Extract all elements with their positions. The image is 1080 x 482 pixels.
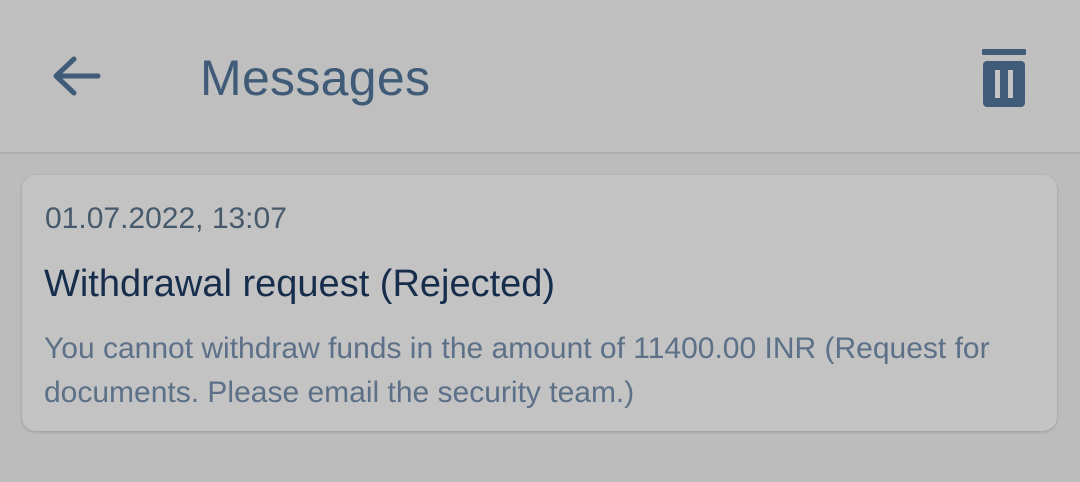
message-title: Withdrawal request (Rejected) xyxy=(44,263,556,305)
message-body: You cannot withdraw funds in the amount … xyxy=(44,332,990,409)
trash-icon xyxy=(982,49,1026,107)
delete-button[interactable] xyxy=(968,40,1040,116)
messages-list: 01.07.2022, 13:07 Withdrawal request (Re… xyxy=(0,154,1080,482)
back-button[interactable] xyxy=(40,40,112,112)
message-card[interactable]: 01.07.2022, 13:07 Withdrawal request (Re… xyxy=(22,175,1057,431)
page-title: Messages xyxy=(200,50,431,106)
app-bar: Messages xyxy=(0,0,1080,154)
arrow-left-icon xyxy=(53,56,101,96)
message-date: 01.07.2022, 13:07 xyxy=(45,202,287,235)
